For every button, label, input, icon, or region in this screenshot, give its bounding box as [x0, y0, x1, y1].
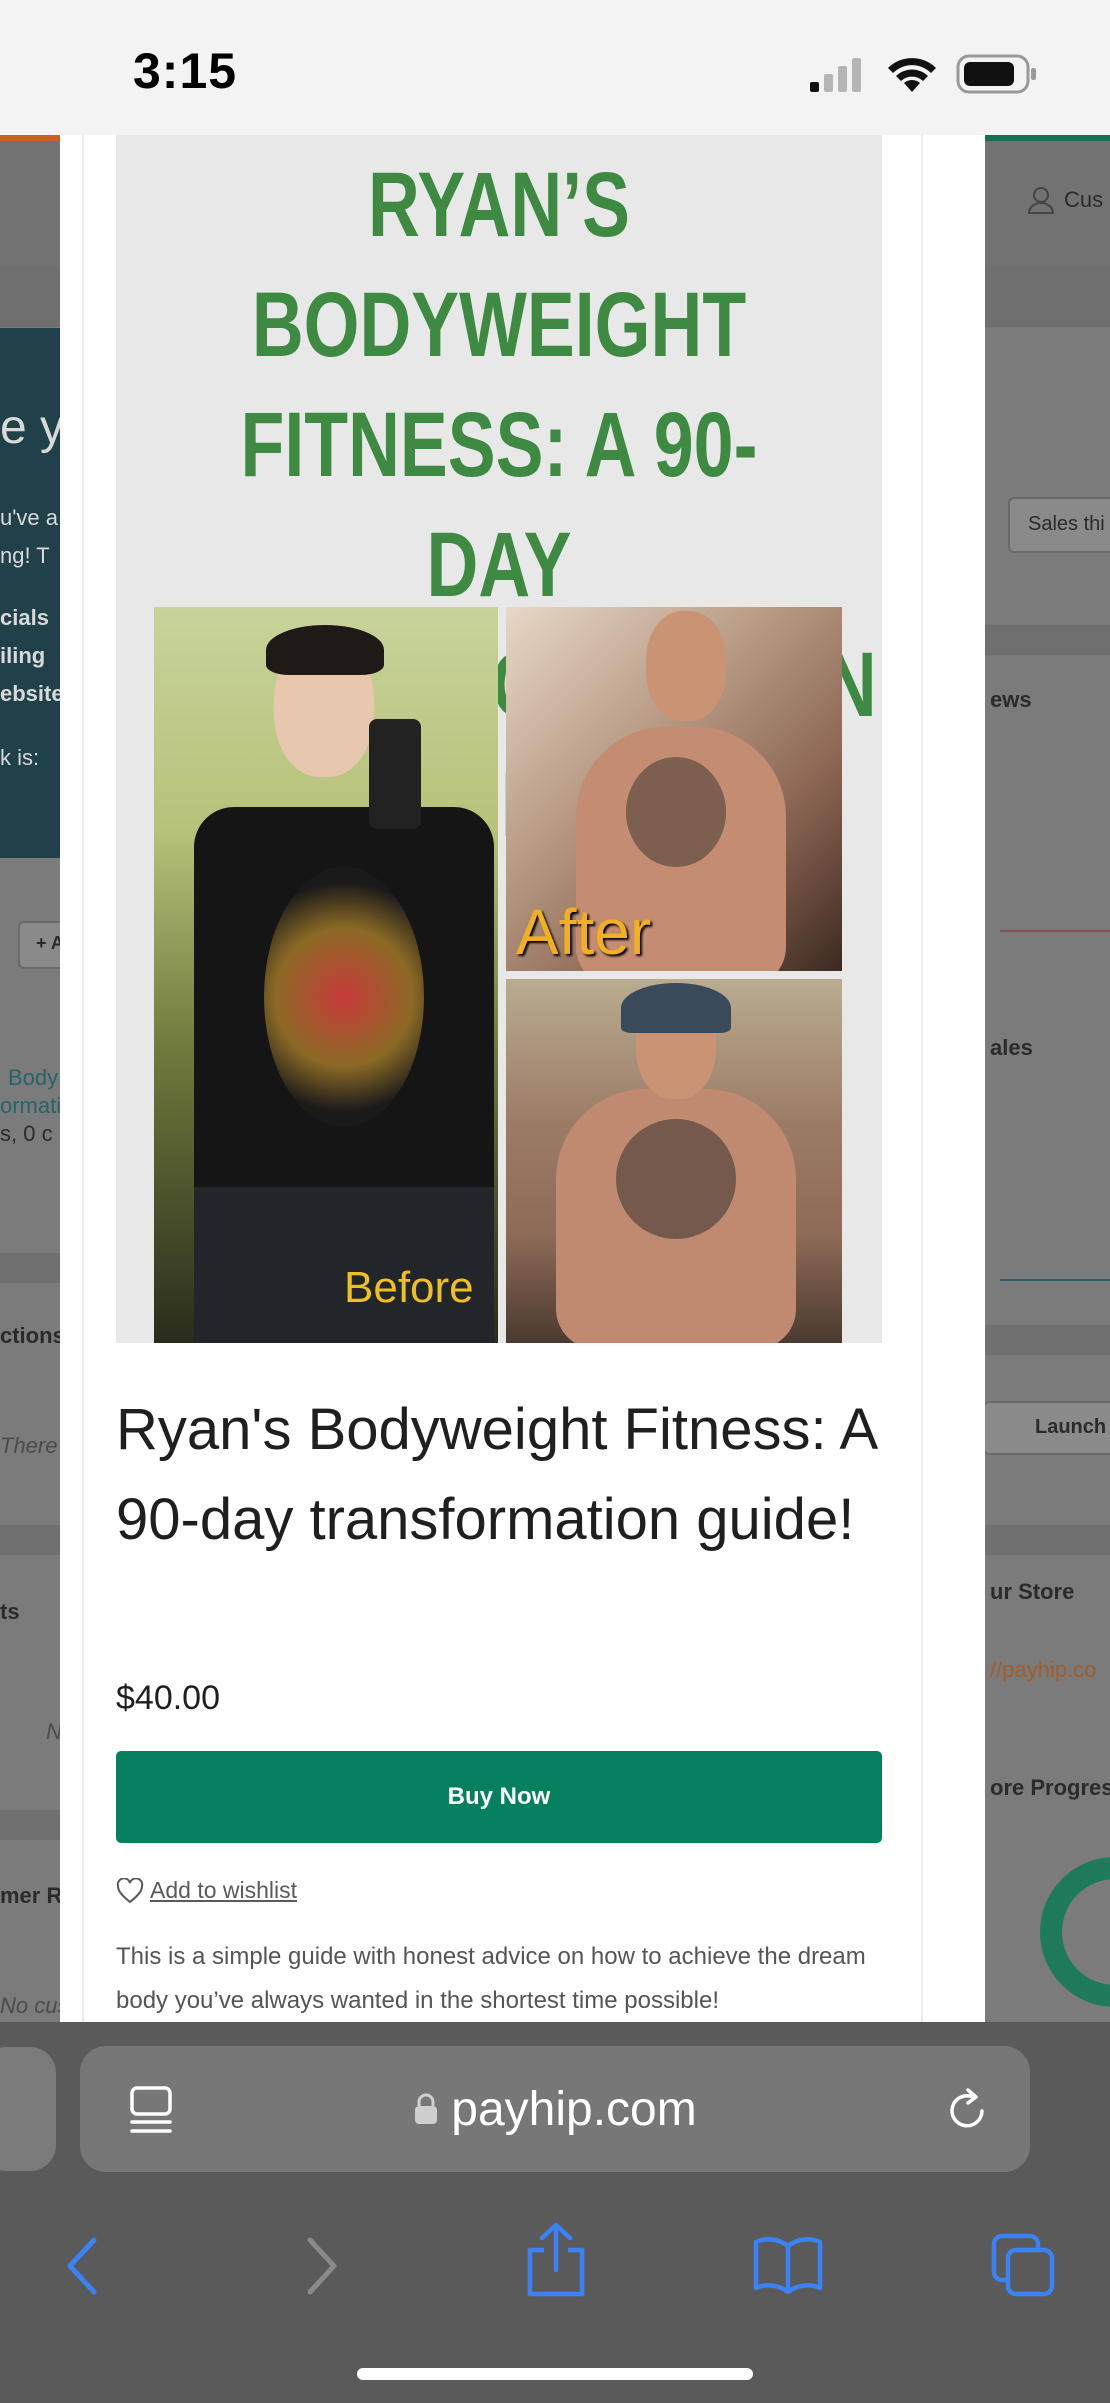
- bg-list-1: cials: [0, 605, 49, 630]
- bg-link-text: k is:: [0, 745, 40, 770]
- share-icon[interactable]: [524, 2220, 588, 2300]
- address-bar[interactable]: payhip.com: [80, 2046, 1030, 2172]
- bg-there-text: There: [0, 1433, 58, 1458]
- address-text-wrap: payhip.com: [80, 2046, 1030, 2172]
- shirt-graphic: [264, 867, 424, 1127]
- forward-icon[interactable]: [302, 2234, 342, 2298]
- bg-views-label: ews: [990, 687, 1032, 712]
- browser-toolbar: payhip.com: [0, 2022, 1110, 2403]
- bg-band: [985, 1525, 1110, 1555]
- bg-sales-label: ales: [990, 1035, 1033, 1060]
- bg-band: [0, 1253, 60, 1283]
- cellular-signal-icon: [810, 58, 861, 92]
- product-title: Ryan's Bodyweight Fitness: A 90-day tran…: [116, 1397, 876, 1552]
- bg-intro-1: u've a: [0, 505, 59, 530]
- after-photo-front: [506, 979, 842, 1343]
- tabs-icon[interactable]: [990, 2232, 1056, 2298]
- photo-phone: [369, 719, 421, 829]
- add-to-wishlist-link[interactable]: Add to wishlist: [116, 1877, 297, 1904]
- bg-intro-2: ng! T: [0, 543, 50, 568]
- bg-sales-line: [1000, 1279, 1110, 1281]
- back-icon[interactable]: [62, 2234, 102, 2298]
- bg-customers-link: Cus: [1064, 187, 1104, 212]
- bg-band: [985, 1325, 1110, 1355]
- status-time: 3:15: [133, 43, 238, 99]
- bg-launch-label: Launch: [1035, 1416, 1107, 1438]
- product-description: This is a simple guide with honest advic…: [116, 1943, 866, 2014]
- before-label: Before: [344, 1263, 474, 1312]
- wishlist-label: Add to wishlist: [150, 1877, 298, 1903]
- product-modal: RYAN’S BODYWEIGHT FITNESS: A 90-DAY TRAN…: [60, 135, 985, 2022]
- bg-no-customers-text: No cus: [0, 1993, 69, 2018]
- bg-your-store-label: ur Store: [990, 1579, 1075, 1604]
- after-photo-flex: After: [506, 607, 842, 971]
- photo-cap: [621, 983, 731, 1033]
- lock-icon: [415, 2093, 438, 2124]
- status-bar: 3:15: [0, 0, 1110, 135]
- bg-band: [0, 1525, 60, 1555]
- wifi-icon: [888, 58, 936, 92]
- bg-product-1: Body: [8, 1065, 59, 1090]
- browser-nav-row: [0, 2212, 1110, 2322]
- before-photo: Before: [154, 607, 498, 1343]
- bg-ts-label: ts: [0, 1599, 20, 1624]
- photo-head: [646, 611, 726, 721]
- bg-list-3: ebsite: [0, 681, 64, 706]
- bg-views-line: [1000, 930, 1110, 932]
- product-cover-image: RYAN’S BODYWEIGHT FITNESS: A 90-DAY TRAN…: [116, 135, 882, 1343]
- bg-band: [985, 625, 1110, 655]
- bg-product-2: ormati: [0, 1093, 62, 1118]
- bg-sales-dropdown: Sales thi: [1008, 497, 1110, 553]
- bg-store-progress-label: ore Progres: [990, 1775, 1110, 1800]
- bg-launch-button: Launch: [983, 1401, 1110, 1455]
- url-text: payhip.com: [451, 2082, 697, 2136]
- bg-store-progress-ring: [1040, 1857, 1110, 2007]
- photo-tattoo: [626, 757, 726, 867]
- user-icon: [1027, 187, 1055, 214]
- home-indicator[interactable]: [357, 2368, 753, 2380]
- photo-tattoo: [616, 1119, 736, 1239]
- battery-icon: [956, 54, 1036, 94]
- bookmarks-icon[interactable]: [752, 2234, 824, 2294]
- bg-collections-label: ctions: [0, 1323, 65, 1348]
- reload-icon[interactable]: [942, 2086, 992, 2136]
- photo-hair: [266, 625, 384, 675]
- buy-now-button[interactable]: Buy Now: [116, 1751, 882, 1843]
- bg-sales-dropdown-label: Sales thi: [1028, 513, 1105, 535]
- after-label: After: [516, 896, 652, 968]
- heart-icon: [116, 1877, 144, 1903]
- bg-band: [0, 1810, 60, 1840]
- bg-store-url: //payhip.co: [990, 1657, 1097, 1682]
- bg-product-3: s, 0 c: [0, 1121, 53, 1146]
- bg-list-2: iling: [0, 643, 46, 668]
- product-price: $40.00: [116, 1679, 220, 1717]
- previous-tab-pill[interactable]: [0, 2047, 56, 2171]
